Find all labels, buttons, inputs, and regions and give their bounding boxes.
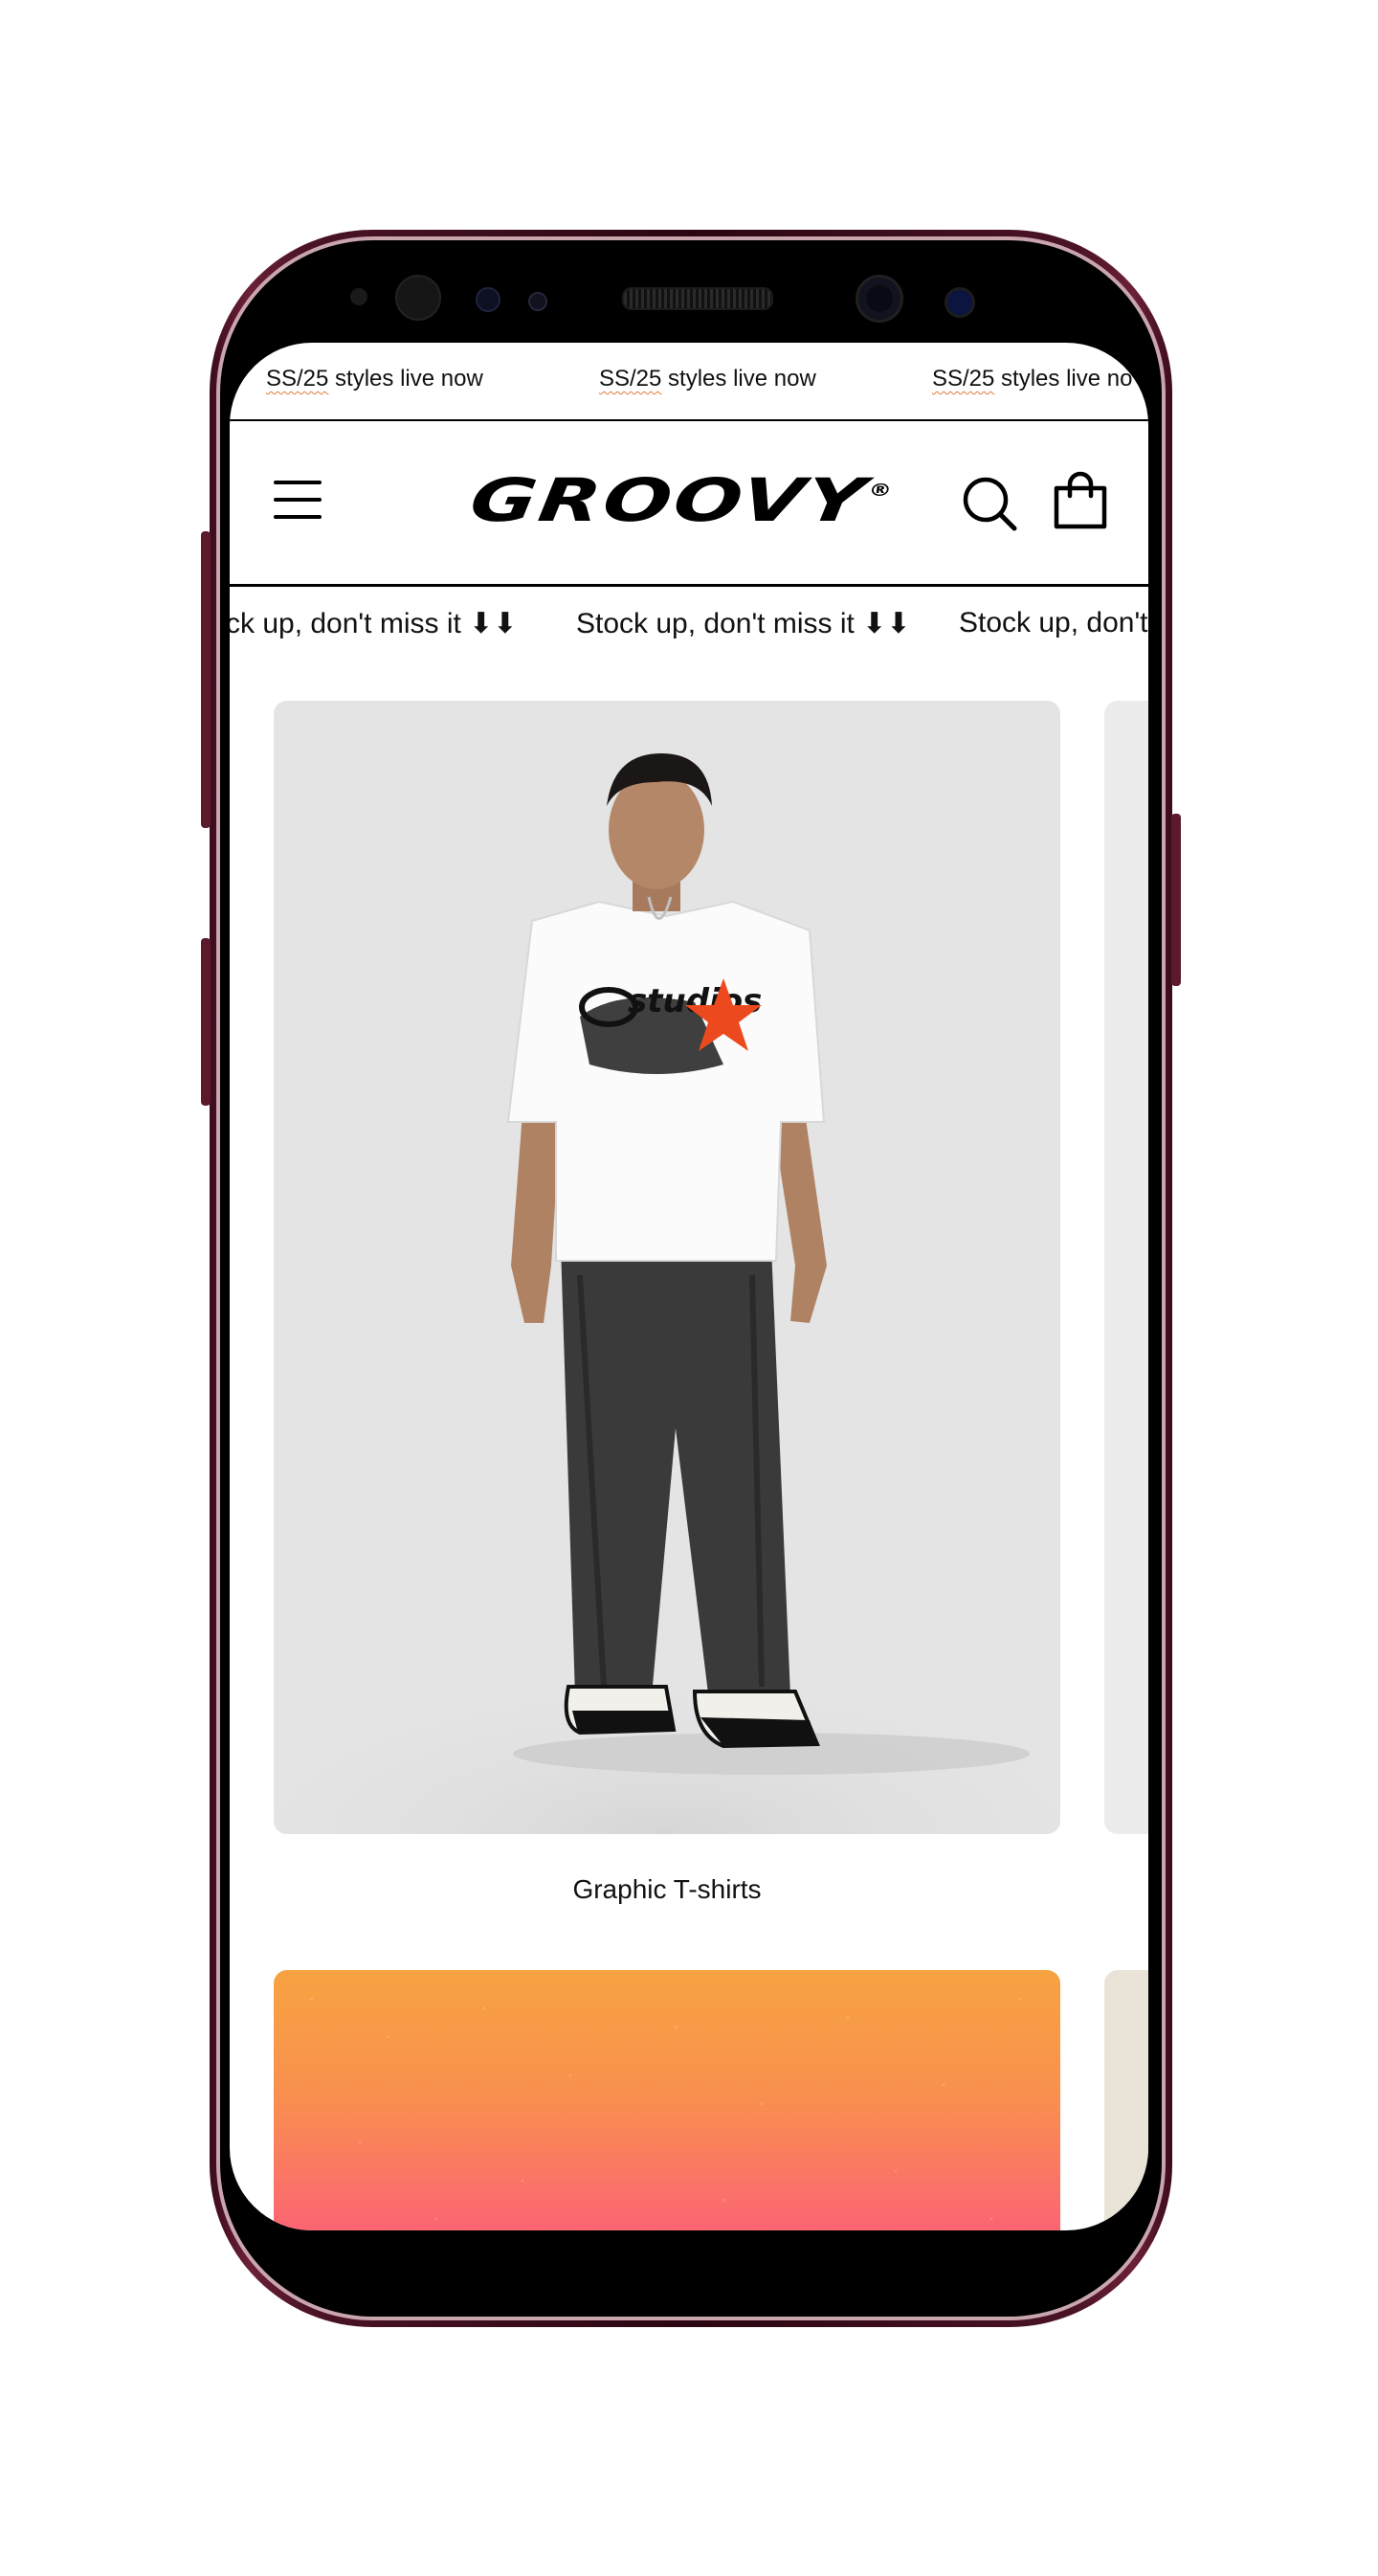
light-sensor	[528, 292, 547, 311]
hamburger-menu-icon[interactable]	[274, 481, 322, 519]
collection-card-next[interactable]	[1104, 701, 1148, 1834]
iris-camera	[945, 287, 975, 318]
collection-card-gradient-banner[interactable]	[274, 1970, 1060, 2230]
power-button	[1171, 814, 1181, 986]
ticker-item: Stock up, don't miss it ⬇⬇	[576, 608, 911, 639]
announcement-item[interactable]: SS/25 styles live now	[599, 366, 816, 392]
shopping-bag-icon[interactable]	[1051, 471, 1110, 532]
announcement-item[interactable]: SS/25 styles live now	[266, 366, 483, 392]
collection-card-graphic-tshirts[interactable]: studios	[274, 701, 1060, 1834]
phone-screen: SS/25 styles live now SS/25 styles live …	[230, 343, 1148, 2230]
ticker-item: ck up, don't miss it ⬇⬇	[230, 608, 518, 639]
ticker-item: Stock up, don't	[959, 607, 1148, 638]
iris-sensor	[395, 275, 441, 321]
collection-card-next-2[interactable]	[1104, 1970, 1148, 2230]
site-header: GROOVY®	[230, 421, 1148, 587]
earpiece-speaker	[622, 287, 773, 310]
grain-texture	[310, 1997, 1022, 2221]
announcement-bar: SS/25 styles live now SS/25 styles live …	[230, 343, 1148, 421]
collection-label[interactable]: Graphic T-shirts	[274, 1874, 1060, 1905]
volume-up-button	[201, 531, 211, 828]
ambient-sensor	[476, 287, 500, 312]
marquee-ticker: ck up, don't miss it ⬇⬇ Stock up, don't …	[230, 586, 1148, 662]
search-icon[interactable]	[961, 475, 1018, 532]
announcement-item[interactable]: SS/25 styles live no	[932, 366, 1132, 392]
front-camera	[856, 275, 903, 323]
proximity-sensor	[350, 288, 367, 305]
model-photo: studios	[274, 701, 1060, 1834]
volume-down-button	[201, 938, 211, 1106]
